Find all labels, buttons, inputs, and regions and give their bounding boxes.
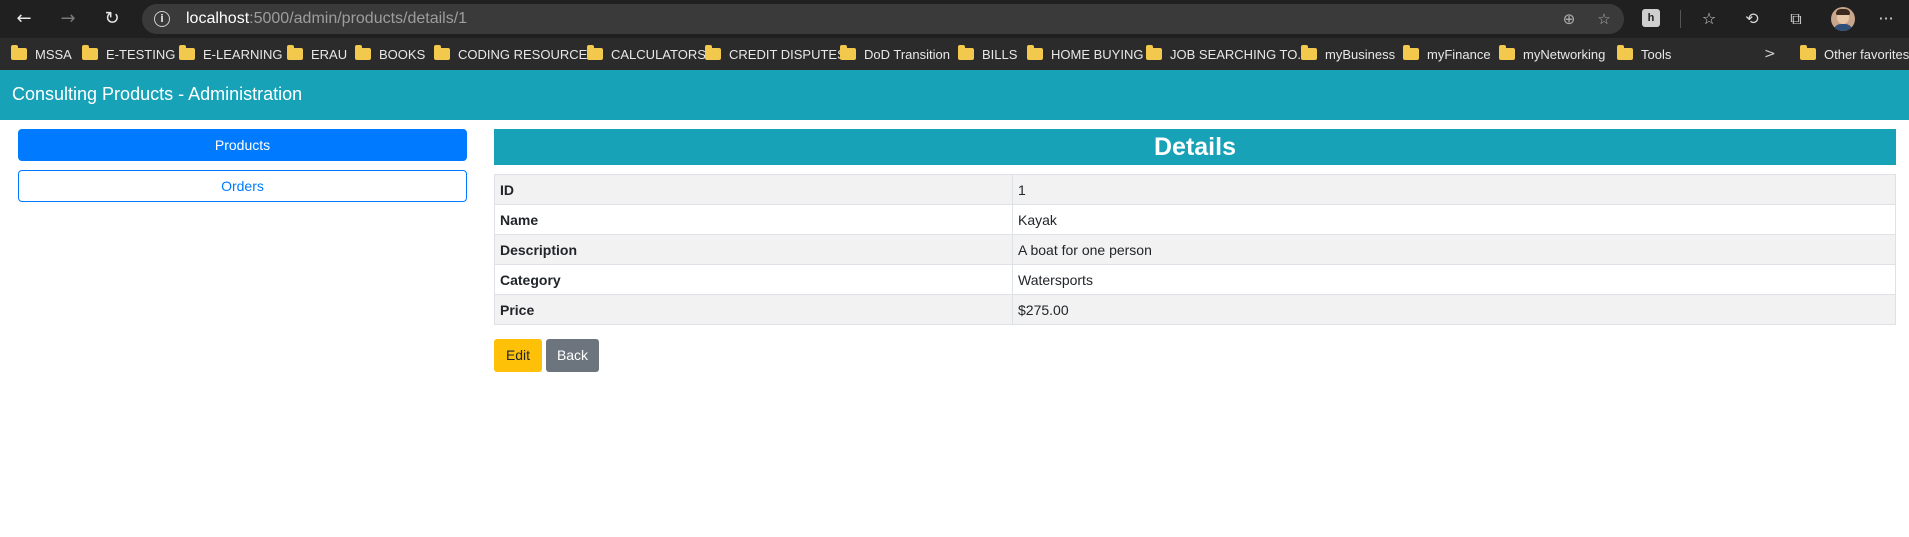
bookmark-folder[interactable]: BILLS: [958, 44, 1017, 64]
details-heading: Details: [494, 129, 1896, 165]
folder-icon: [1403, 45, 1419, 60]
address-bar[interactable]: i localhost:5000/admin/products/details/…: [142, 4, 1624, 34]
back-button[interactable]: Back: [546, 339, 599, 372]
bookmark-folder[interactable]: E-TESTING: [82, 44, 175, 64]
folder-icon: [287, 45, 303, 60]
bookmark-label: Tools: [1641, 46, 1672, 62]
table-row: Category Watersports: [494, 264, 1896, 295]
bookmark-folder[interactable]: MSSA: [11, 44, 72, 64]
folder-icon: [179, 45, 195, 60]
back-arrow-icon[interactable]: ←: [11, 6, 37, 32]
bookmark-label: JOB SEARCHING TO...: [1170, 46, 1309, 62]
refresh-icon[interactable]: ↻: [99, 6, 125, 32]
bookmark-label: DoD Transition: [864, 46, 950, 62]
favorites-icon[interactable]: ☆: [1697, 7, 1721, 31]
folder-icon: [1800, 45, 1816, 60]
url-text[interactable]: localhost:5000/admin/products/details/1: [186, 10, 467, 28]
bookmark-folder[interactable]: CREDIT DISPUTES: [705, 44, 846, 64]
bookmark-label: ERAU: [311, 46, 348, 62]
add-favorite-icon[interactable]: ☆: [1594, 9, 1614, 29]
bookmark-label: myFinance: [1427, 46, 1491, 62]
bookmark-folder[interactable]: CALCULATORS: [587, 44, 706, 64]
history-icon[interactable]: ⟲: [1740, 7, 1764, 31]
folder-icon: [1617, 45, 1633, 60]
folder-icon: [11, 45, 27, 60]
row-key: Name: [494, 204, 1013, 235]
info-icon[interactable]: i: [154, 11, 170, 27]
folder-icon: [434, 45, 450, 60]
folder-icon: [1146, 45, 1162, 60]
bookmark-label: BOOKS: [379, 46, 426, 62]
bookmark-label: myBusiness: [1325, 46, 1396, 62]
row-value: Watersports: [1012, 264, 1896, 295]
extension-icon[interactable]: h: [1642, 9, 1660, 27]
forward-arrow-icon[interactable]: →: [55, 6, 81, 32]
bookmark-label: BILLS: [982, 46, 1018, 62]
table-row: ID 1: [494, 174, 1896, 205]
bookmark-folder[interactable]: HOME BUYING: [1027, 44, 1143, 64]
bookmark-folder[interactable]: myBusiness: [1301, 44, 1395, 64]
toolbar-divider: [1680, 10, 1681, 28]
app-title: Consulting Products - Administration: [12, 84, 303, 104]
row-key: Description: [494, 234, 1013, 265]
other-favorites-folder[interactable]: Other favorites: [1800, 44, 1909, 64]
avatar-shirt: [1833, 24, 1853, 31]
chevron-right-icon[interactable]: >: [1764, 46, 1776, 62]
bookmark-label: MSSA: [35, 46, 72, 62]
folder-icon: [355, 45, 371, 60]
zoom-icon[interactable]: ⊕: [1559, 9, 1579, 29]
bookmark-folder[interactable]: ERAU: [287, 44, 347, 64]
bookmarks-bar: MSSA E-TESTING E-LEARNING ERAU BOOKS COD…: [0, 38, 1909, 71]
bookmark-folder[interactable]: myNetworking: [1499, 44, 1605, 64]
folder-icon: [1027, 45, 1043, 60]
collections-icon[interactable]: ⧉: [1784, 7, 1808, 31]
bookmark-label: CREDIT DISPUTES: [729, 46, 846, 62]
folder-icon: [958, 45, 974, 60]
folder-icon: [1301, 45, 1317, 60]
avatar-hair: [1836, 9, 1850, 15]
bookmark-label: CODING RESOURCES: [458, 46, 596, 62]
bookmark-label: Other favorites: [1824, 46, 1909, 62]
bookmark-folder[interactable]: DoD Transition: [840, 44, 950, 64]
row-value: A boat for one person: [1012, 234, 1896, 265]
url-path: :5000/admin/products/details/1: [249, 10, 468, 27]
row-key: ID: [494, 174, 1013, 205]
row-value: 1: [1012, 174, 1896, 205]
app-header: Consulting Products - Administration: [0, 70, 1909, 120]
folder-icon: [82, 45, 98, 60]
details-table: ID 1 Name Kayak Description A boat for one …: [494, 174, 1896, 325]
bookmark-folder[interactable]: JOB SEARCHING TO...: [1146, 44, 1308, 64]
url-host: localhost: [186, 10, 250, 27]
browser-toolbar: ← → ↻ i localhost:5000/admin/products/de…: [0, 0, 1909, 38]
bookmark-folder[interactable]: BOOKS: [355, 44, 425, 64]
profile-avatar[interactable]: [1831, 7, 1855, 31]
folder-icon: [1499, 45, 1515, 60]
more-options-icon[interactable]: ···: [1874, 7, 1898, 31]
bookmark-folder[interactable]: E-LEARNING: [179, 44, 282, 64]
row-key: Category: [494, 264, 1013, 295]
bookmark-label: myNetworking: [1523, 46, 1606, 62]
row-key: Price: [494, 294, 1013, 325]
edit-button[interactable]: Edit: [494, 339, 542, 372]
orders-button[interactable]: Orders: [18, 170, 467, 202]
row-value: $275.00: [1012, 294, 1896, 325]
bookmark-folder[interactable]: CODING RESOURCES: [434, 44, 596, 64]
bookmark-folder[interactable]: Tools: [1617, 44, 1671, 64]
table-row: Price $275.00: [494, 294, 1896, 325]
bookmark-folder[interactable]: myFinance: [1403, 44, 1491, 64]
bookmark-label: E-TESTING: [106, 46, 176, 62]
bookmark-label: CALCULATORS: [611, 46, 706, 62]
products-button[interactable]: Products: [18, 129, 467, 161]
folder-icon: [840, 45, 856, 60]
bookmark-label: HOME BUYING: [1051, 46, 1144, 62]
bookmark-label: E-LEARNING: [203, 46, 283, 62]
folder-icon: [705, 45, 721, 60]
folder-icon: [587, 45, 603, 60]
table-row: Name Kayak: [494, 204, 1896, 235]
row-value: Kayak: [1012, 204, 1896, 235]
table-row: Description A boat for one person: [494, 234, 1896, 265]
